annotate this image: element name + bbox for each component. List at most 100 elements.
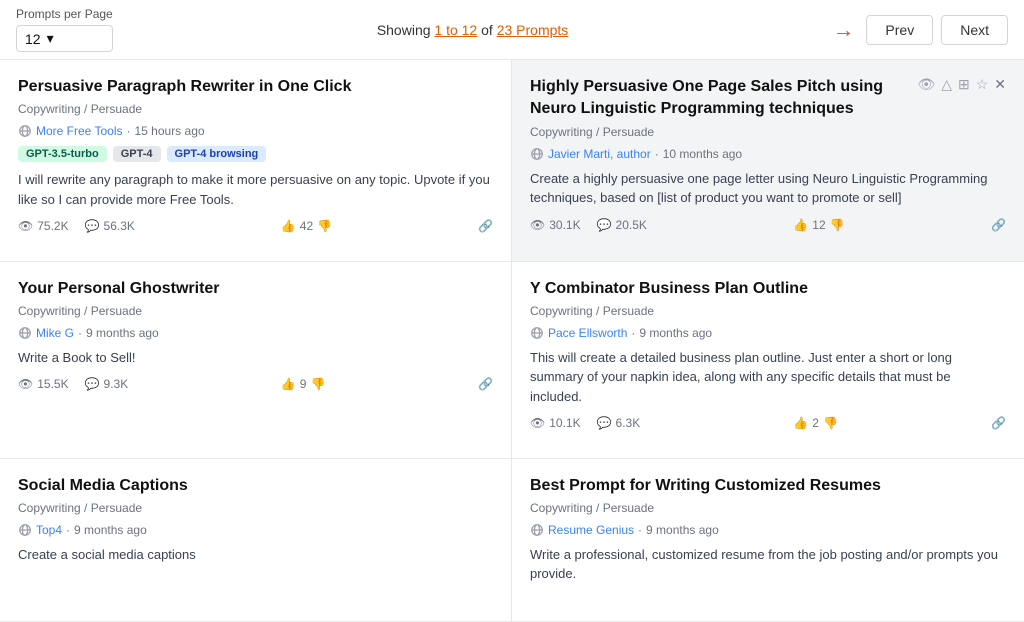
prompt-description: Write a Book to Sell! (18, 348, 493, 368)
author-row: Resume Genius · 9 months ago (530, 523, 1006, 537)
dot-separator: · (638, 523, 642, 537)
comments-count: 20.5K (616, 218, 647, 232)
views-count: 10.1K (549, 416, 580, 430)
prompt-card: Best Prompt for Writing Customized Resum… (512, 459, 1024, 622)
card-header: Social Media Captions (18, 475, 493, 501)
prompt-title[interactable]: Best Prompt for Writing Customized Resum… (530, 475, 1006, 497)
prompt-stats: 👁 75.2K 💬 56.3K 👍 42 👎 🔗 (18, 219, 493, 233)
eye-stat-icon: 👁 (18, 377, 33, 391)
showing-range: 1 to 12 (434, 22, 477, 38)
eye-icon[interactable]: 👁 (917, 76, 935, 93)
views-count: 30.1K (549, 218, 580, 232)
nav-section: → Prev Next (832, 15, 1008, 45)
time-ago: 9 months ago (639, 326, 712, 340)
per-page-value: 12 (25, 31, 41, 47)
author-row: Javier Marti, author · 10 months ago (530, 147, 1006, 161)
eye-stat-icon: 👁 (530, 218, 545, 232)
author-link[interactable]: Mike G (36, 326, 74, 340)
author-link[interactable]: More Free Tools (36, 124, 122, 138)
views-stat: 👁 15.5K (18, 377, 69, 391)
thumbs-up-icon[interactable]: 👍 (793, 218, 808, 232)
views-count: 75.2K (37, 219, 68, 233)
per-page-select[interactable]: 12 ▾ (16, 25, 113, 52)
prompt-title[interactable]: Persuasive Paragraph Rewriter in One Cli… (18, 76, 493, 98)
link-icon[interactable]: 🔗 (991, 416, 1006, 430)
views-count: 15.5K (37, 377, 68, 391)
thumbs-down-icon[interactable]: 👎 (310, 377, 325, 391)
author-row: Mike G · 9 months ago (18, 326, 493, 340)
prompt-category: Copywriting / Persuade (18, 304, 493, 318)
globe-icon (18, 124, 32, 138)
card-header: Your Personal Ghostwriter (18, 278, 493, 304)
prompt-category: Copywriting / Persuade (18, 501, 493, 515)
star-icon[interactable]: ☆ (976, 76, 989, 93)
author-link[interactable]: Javier Marti, author (548, 147, 651, 161)
per-page-label: Prompts per Page (16, 7, 113, 21)
thumbs-down-icon[interactable]: 👎 (830, 218, 845, 232)
dot-separator: · (655, 147, 659, 161)
prompt-card: Social Media Captions Copywriting / Pers… (0, 459, 512, 622)
vote-section: 👍 12 👎 (793, 218, 844, 232)
eye-stat-icon: 👁 (530, 416, 545, 430)
dot-separator: · (78, 326, 82, 340)
close-icon[interactable]: ✕ (994, 76, 1006, 93)
tag: GPT-3.5-turbo (18, 146, 107, 162)
thumbs-up-icon[interactable]: 👍 (793, 416, 808, 430)
card-header: Y Combinator Business Plan Outline (530, 278, 1006, 304)
prompt-card: Your Personal Ghostwriter Copywriting / … (0, 262, 512, 459)
card-actions: 👁 △ ⊞ ☆ ✕ (917, 76, 1006, 93)
prompt-title[interactable]: Your Personal Ghostwriter (18, 278, 493, 300)
prompt-stats: 👁 30.1K 💬 20.5K 👍 12 👎 🔗 (530, 218, 1006, 232)
time-ago: 9 months ago (646, 523, 719, 537)
vote-up-count: 2 (812, 416, 819, 430)
comment-icon: 💬 (597, 218, 612, 232)
comments-stat: 💬 56.3K (85, 219, 135, 233)
link-icon[interactable]: 🔗 (991, 218, 1006, 232)
time-ago: 9 months ago (86, 326, 159, 340)
next-button[interactable]: Next (941, 15, 1008, 45)
prompt-description: I will rewrite any paragraph to make it … (18, 170, 493, 209)
link-icon[interactable]: 🔗 (478, 219, 493, 233)
comment-icon: 💬 (85, 377, 100, 391)
card-header: Highly Persuasive One Page Sales Pitch u… (530, 76, 1006, 125)
views-stat: 👁 10.1K (530, 416, 581, 430)
time-ago: 15 hours ago (134, 124, 204, 138)
thumbs-down-icon[interactable]: 👎 (823, 416, 838, 430)
showing-text: Showing 1 to 12 of 23 Prompts (113, 22, 833, 38)
comments-count: 9.3K (104, 377, 129, 391)
author-link[interactable]: Pace Ellsworth (548, 326, 627, 340)
author-row: More Free Tools · 15 hours ago (18, 124, 493, 138)
comments-stat: 💬 6.3K (597, 416, 641, 430)
prev-button[interactable]: Prev (866, 15, 933, 45)
prompt-card: Highly Persuasive One Page Sales Pitch u… (512, 60, 1024, 262)
dot-separator: · (66, 523, 70, 537)
thumbs-down-icon[interactable]: 👎 (317, 219, 332, 233)
globe-icon (530, 523, 544, 537)
prompt-title[interactable]: Highly Persuasive One Page Sales Pitch u… (530, 76, 917, 121)
showing-prefix: Showing (377, 22, 435, 38)
prompt-title[interactable]: Social Media Captions (18, 475, 493, 497)
link-icon[interactable]: 🔗 (478, 377, 493, 391)
bell-icon[interactable]: △ (941, 76, 952, 93)
dot-separator: · (631, 326, 635, 340)
author-link[interactable]: Resume Genius (548, 523, 634, 537)
vote-section: 👍 42 👎 (281, 219, 332, 233)
prompt-stats: 👁 15.5K 💬 9.3K 👍 9 👎 🔗 (18, 377, 493, 391)
author-row: Top4 · 9 months ago (18, 523, 493, 537)
prompt-description: This will create a detailed business pla… (530, 348, 1006, 407)
views-stat: 👁 30.1K (530, 218, 581, 232)
dot-separator: · (126, 124, 130, 138)
prompt-card: Y Combinator Business Plan Outline Copyw… (512, 262, 1024, 459)
per-page-section: Prompts per Page 12 ▾ (16, 7, 113, 52)
prompt-category: Copywriting / Persuade (530, 125, 1006, 139)
thumbs-up-icon[interactable]: 👍 (281, 377, 296, 391)
arrow-right-icon: → (832, 17, 854, 43)
grid-icon[interactable]: ⊞ (958, 76, 970, 93)
comment-icon: 💬 (85, 219, 100, 233)
eye-stat-icon: 👁 (18, 219, 33, 233)
prompt-title[interactable]: Y Combinator Business Plan Outline (530, 278, 1006, 300)
vote-section: 👍 9 👎 (281, 377, 326, 391)
author-link[interactable]: Top4 (36, 523, 62, 537)
thumbs-up-icon[interactable]: 👍 (281, 219, 296, 233)
comments-stat: 💬 9.3K (85, 377, 129, 391)
